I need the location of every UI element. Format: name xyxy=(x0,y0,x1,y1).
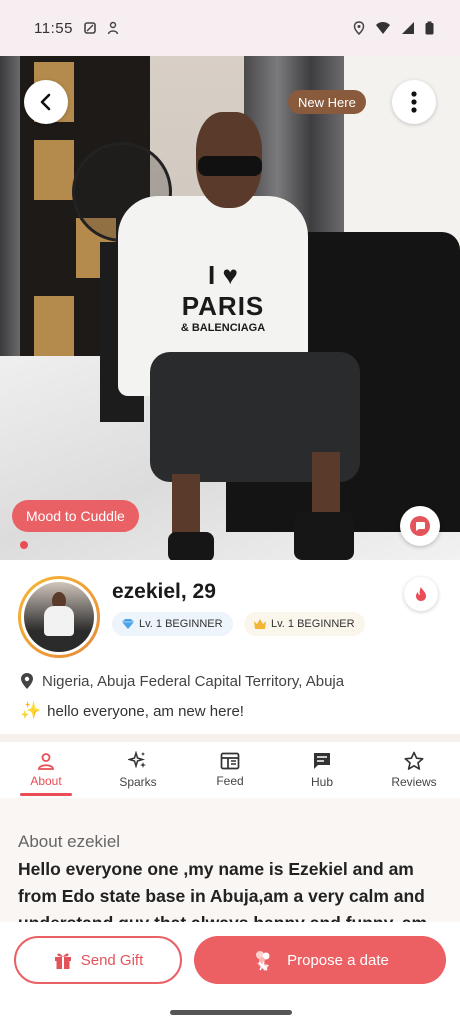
sim-icon xyxy=(84,22,96,34)
person-icon xyxy=(38,753,54,770)
bottom-action-bar: Send Gift Propose a date xyxy=(0,922,460,1024)
tab-label: Reviews xyxy=(391,775,437,789)
tab-label: Feed xyxy=(216,774,244,788)
signal-icon xyxy=(402,22,414,34)
mood-badge: Mood to Cuddle xyxy=(12,500,139,532)
shirt-line1: I ♥ xyxy=(208,260,238,290)
avatar[interactable] xyxy=(18,576,100,658)
location-text: Nigeria, Abuja Federal Capital Territory… xyxy=(42,672,345,690)
profile-tabs: About Sparks Feed Hub Reviews xyxy=(0,742,460,798)
wifi-icon xyxy=(376,22,390,34)
photo-page-indicator[interactable] xyxy=(20,541,28,549)
arrow-left-icon xyxy=(40,93,51,111)
level-badge-diamond: Lv. 1 BEGINNER xyxy=(112,612,233,636)
tab-label: Hub xyxy=(310,775,333,789)
level-badge-crown: Lv. 1 BEGINNER xyxy=(244,612,365,636)
about-body: Hello everyone one ,my name is Ezekiel a… xyxy=(18,859,427,922)
gift-icon xyxy=(54,953,71,969)
spark-button[interactable] xyxy=(404,577,438,611)
feed-icon xyxy=(220,752,240,770)
photo-shoe-right xyxy=(294,512,354,560)
tab-about[interactable]: About xyxy=(0,742,92,798)
shirt-line3: & BALENCIAGA xyxy=(180,322,266,334)
profile-info: ezekiel, 29 Lv. 1 BEGINNER Lv. 1 BEGINNE… xyxy=(0,560,460,736)
chat-icon xyxy=(314,753,330,769)
account-icon xyxy=(107,21,119,35)
level-label: Lv. 1 BEGINNER xyxy=(139,618,223,630)
active-tab-indicator xyxy=(20,793,72,796)
status-right xyxy=(353,21,434,35)
diamond-icon xyxy=(122,619,134,629)
more-options-button[interactable] xyxy=(392,80,436,124)
send-gift-label: Send Gift xyxy=(80,951,144,969)
star-icon xyxy=(404,751,424,770)
flame-icon xyxy=(416,587,426,601)
tab-reviews[interactable]: Reviews xyxy=(368,742,460,798)
chat-bubble-icon xyxy=(410,516,430,536)
level-label: Lv. 1 BEGINNER xyxy=(271,618,355,630)
back-button[interactable] xyxy=(24,80,68,124)
tab-label: About xyxy=(30,774,62,788)
photo-shoe-left xyxy=(168,532,214,560)
more-vertical-icon xyxy=(411,91,417,113)
new-here-badge: New Here xyxy=(288,90,366,114)
section-divider xyxy=(0,734,460,742)
status-time: 11:55 xyxy=(34,19,73,37)
tab-sparks[interactable]: Sparks xyxy=(92,742,184,798)
status-bar: 11:55 xyxy=(0,0,460,56)
tab-label: Sparks xyxy=(119,775,157,789)
propose-date-button[interactable]: Propose a date xyxy=(194,936,446,984)
shirt-line2: PARIS xyxy=(181,291,265,321)
about-section: About ezekiel Hello everyone one ,my nam… xyxy=(0,798,460,922)
battery-icon xyxy=(425,21,434,35)
tab-feed[interactable]: Feed xyxy=(184,742,276,798)
crown-icon xyxy=(254,619,266,629)
profile-photo[interactable]: I ♥ PARIS & BALENCIAGA xyxy=(0,56,460,560)
profile-name: ezekiel, 29 xyxy=(112,580,216,603)
propose-date-label: Propose a date xyxy=(287,951,389,969)
home-indicator[interactable] xyxy=(170,1010,292,1015)
location-row: Nigeria, Abuja Federal Capital Territory… xyxy=(20,672,344,690)
send-gift-button[interactable]: Send Gift xyxy=(14,936,182,984)
bio-row: ✨ hello everyone, am new here! xyxy=(20,701,244,721)
location-pin-icon xyxy=(21,673,33,689)
about-title: About ezekiel xyxy=(18,832,121,851)
message-button[interactable] xyxy=(400,506,440,546)
location-status-icon xyxy=(353,21,365,35)
sparkles-icon: ✨ xyxy=(20,701,42,721)
bouquet-icon xyxy=(256,951,270,971)
sparkle-icon xyxy=(128,751,146,769)
tab-hub[interactable]: Hub xyxy=(276,742,368,798)
photo-sunglasses xyxy=(198,156,262,176)
bio-text: hello everyone, am new here! xyxy=(47,702,244,720)
status-left: 11:55 xyxy=(34,20,119,37)
shirt-print: I ♥ PARIS & BALENCIAGA xyxy=(180,260,266,334)
